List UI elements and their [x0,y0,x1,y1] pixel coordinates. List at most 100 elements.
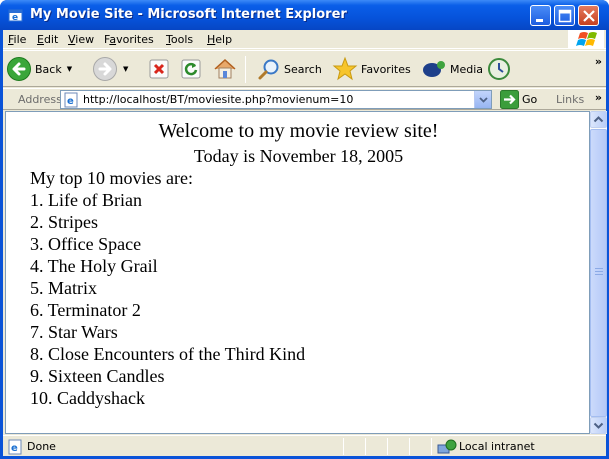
go-button[interactable]: Go [500,90,537,109]
back-button[interactable]: Back ▼ [6,54,72,84]
chevron-down-icon [479,97,488,103]
movie-item: 8. Close Encounters of the Third Kind [30,344,306,364]
menu-favorites[interactable]: Favorites [104,33,154,46]
refresh-icon [181,59,201,79]
search-label: Search [284,62,322,76]
movie-item: 6. Terminator 2 [30,300,141,320]
movie-item: 3. Office Space [30,234,142,254]
address-dropdown-button[interactable] [474,91,491,108]
stop-button[interactable] [148,54,170,84]
menu-edit[interactable]: Edit [37,33,58,46]
status-separator [365,438,366,455]
local-intranet-icon [437,439,457,454]
status-separator [409,438,410,455]
menu-edit-label: dit [43,33,59,46]
toolbar-separator [245,56,246,83]
thumb-grip [595,274,603,275]
back-dropdown-icon[interactable]: ▼ [67,65,72,73]
menu-file[interactable]: File [8,33,26,46]
menu-view[interactable]: View [68,33,94,46]
search-button[interactable]: Search [257,54,322,84]
movie-item: 2. Stripes [30,212,99,232]
back-label: Back [35,62,62,76]
back-arrow-icon [7,57,31,81]
movie-item: 4. The Holy Grail [30,256,158,276]
scroll-down-button[interactable] [590,417,607,434]
go-arrow-icon [500,90,519,109]
movie-list-heading: My top 10 movies are: [30,168,193,188]
page-content: Welcome to my movie review site! Today i… [5,111,590,434]
menu-favorites-label: vorites [116,33,154,46]
chevron-up-icon [593,116,604,123]
stop-icon [149,59,169,79]
media-icon [423,61,445,77]
forward-arrow-icon [93,57,117,81]
movie-item: 9. Sixteen Candles [30,366,165,386]
svg-text:e: e [67,96,74,107]
menu-edit-accel: E [37,33,44,46]
favorites-button[interactable]: Favorites [332,54,411,84]
standard-toolbar: Back ▼ ▼ Search Favorites Media » [3,50,606,87]
minimize-icon [536,19,543,22]
windows-logo-icon [568,30,604,49]
thumb-grip [595,268,603,269]
home-button[interactable] [212,54,238,84]
links-button[interactable]: Links [556,93,584,106]
date-line: Today is November 18, 2005 [193,146,404,166]
movie-item: 7. Star Wars [30,322,118,342]
title-bar[interactable]: e My Movie Site - Microsoft Internet Exp… [0,0,609,30]
status-separator [387,438,388,455]
page-done-icon: e [8,439,22,455]
history-icon [488,58,510,80]
browser-client-area: File Edit View Favorites Tools Help Back… [3,30,607,456]
menu-file-label: ile [13,33,27,46]
svg-text:e: e [11,443,18,454]
status-separator [343,438,344,455]
close-icon [583,10,595,22]
menu-view-label: iew [75,33,95,46]
ie-icon: e [8,9,23,23]
movie-item: 5. Matrix [30,278,97,298]
menu-help-label: elp [215,33,233,46]
favorites-star-icon [332,56,358,81]
history-button[interactable] [486,54,512,84]
welcome-heading: Welcome to my movie review site! [158,120,439,142]
menu-help[interactable]: Help [207,33,232,46]
status-separator [431,438,432,455]
window-title: My Movie Site - Microsoft Internet Explo… [30,7,347,22]
menu-tools[interactable]: Tools [166,33,193,46]
menu-tools-label: ools [170,33,194,46]
svg-text:e: e [12,13,18,23]
security-zone-text: Local intranet [459,440,535,453]
search-icon [258,59,279,80]
refresh-button[interactable] [180,54,202,84]
vertical-scrollbar[interactable] [590,111,607,434]
links-overflow-icon[interactable]: » [595,91,602,104]
address-label: Address [18,93,62,106]
toolbar-overflow-icon[interactable]: » [595,55,602,68]
minimize-button[interactable] [530,5,551,26]
maximize-icon [558,9,572,23]
movie-item: 1. Life of Brian [30,190,142,210]
close-button[interactable] [578,5,599,26]
chevron-down-icon [593,422,604,429]
menu-bar: File Edit View Favorites Tools Help [3,30,606,49]
home-icon [214,58,236,79]
movie-item: 10. Caddyshack [30,388,145,408]
favorites-label: Favorites [361,62,411,76]
maximize-button[interactable] [554,5,575,26]
browser-window: e My Movie Site - Microsoft Internet Exp… [0,0,609,459]
status-bar: e Done Local intranet [3,435,606,456]
scroll-up-button[interactable] [590,111,607,128]
address-input[interactable]: e http://localhost/BT/moviesite.php?movi… [60,90,492,109]
scroll-thumb[interactable] [590,129,607,417]
media-label: Media [450,62,484,76]
status-text: Done [27,440,56,453]
page-icon: e [64,92,78,108]
address-bar: Address e http://localhost/BT/moviesite.… [3,88,606,110]
address-url: http://localhost/BT/moviesite.php?movien… [83,93,354,106]
forward-button[interactable]: ▼ [92,54,128,84]
go-label: Go [522,93,538,106]
forward-dropdown-icon[interactable]: ▼ [123,65,128,73]
media-button[interactable]: Media [421,54,483,84]
